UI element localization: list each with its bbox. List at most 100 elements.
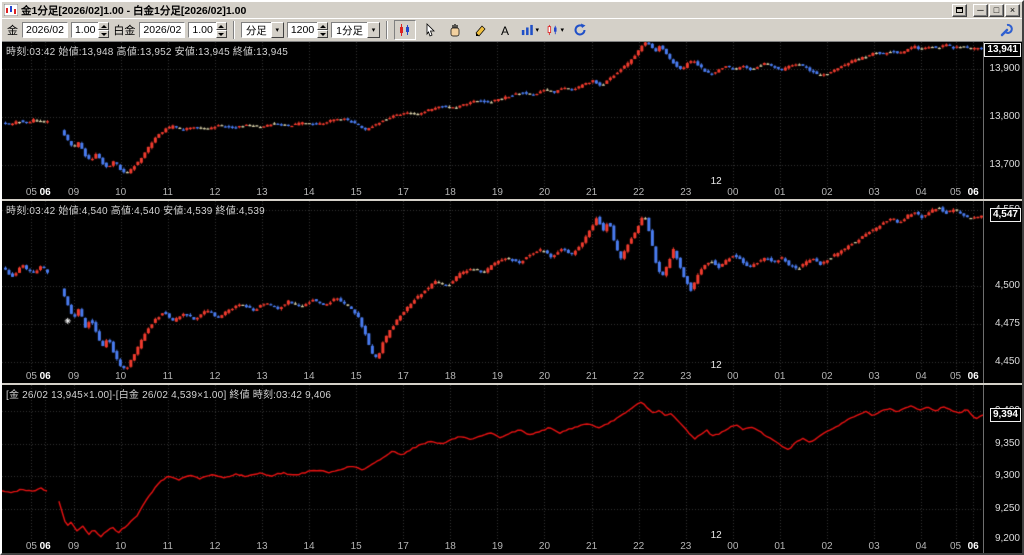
spread-formula-info: [金 26/02 13,945×1.00]-[白金 26/02 4,539×1.…	[6, 390, 332, 401]
time-axis-label: 21	[586, 541, 598, 552]
candlestick-chart-button[interactable]: ▾	[544, 20, 567, 40]
time-axis-label: 09	[68, 187, 80, 198]
candlestick-icon	[547, 24, 557, 36]
time-axis-label: 09	[68, 371, 80, 382]
spread-line-canvas[interactable]	[2, 385, 983, 541]
time-axis-label: 17	[397, 371, 409, 382]
time-axis-label: 14	[303, 371, 315, 382]
time-axis-label: 13	[256, 187, 268, 198]
price-axis-label: 4,475	[994, 317, 1020, 329]
maximize-button[interactable]: □	[989, 3, 1004, 17]
time-axis-label: 12	[209, 187, 221, 198]
time-axis-label: 15	[350, 371, 362, 382]
time-axis-label: 04	[915, 371, 927, 382]
time-axis-label: 03	[868, 541, 880, 552]
time-axis-label: 05	[25, 371, 37, 382]
platinum-multiplier-value: 1.00	[188, 22, 216, 38]
spinner-arrows[interactable]	[215, 22, 227, 38]
price-axis-label: 9,300	[994, 470, 1020, 481]
platinum-plot-area[interactable]: 時刻:03:42 始値:4,540 高値:4,540 安値:4,539 終値:4…	[2, 201, 983, 383]
bar-chart-icon	[521, 24, 533, 36]
spin-down-icon	[98, 30, 110, 38]
gold-contract-field[interactable]: 2026/02	[22, 22, 68, 38]
time-axis-label: 22	[633, 187, 645, 198]
restore-icon	[956, 7, 963, 13]
price-axis-label: 9,200	[994, 533, 1020, 544]
platinum-multiplier-spinner[interactable]: 1.00	[188, 22, 227, 38]
settings-button[interactable]	[996, 20, 1018, 40]
time-axis-label: 19	[491, 541, 503, 552]
window-buttons: ─ □ ×	[952, 3, 1020, 17]
time-axis-label: 05	[949, 541, 962, 552]
gold-candle-canvas[interactable]	[2, 42, 983, 187]
titlebar: 金1分足[2026/02]1.00 - 白金1分足[2026/02]1.00 ─…	[2, 2, 1022, 18]
minimize-button[interactable]: ─	[973, 3, 988, 17]
time-axis-label: 02	[821, 187, 833, 198]
child-window-button[interactable]	[952, 3, 967, 17]
toolbar-separator	[232, 21, 235, 39]
window-title: 金1分足[2026/02]1.00 - 白金1分足[2026/02]1.00	[21, 4, 247, 17]
time-axis-label: 05	[25, 541, 37, 552]
time-axis-label: 10	[115, 187, 127, 198]
time-axis-label: 06	[39, 541, 51, 552]
bar-chart-button[interactable]: ▾	[519, 20, 542, 40]
price-axis-label: 4,450	[994, 355, 1020, 367]
close-button[interactable]: ×	[1005, 3, 1020, 17]
platinum-chart-panel: 時刻:03:42 始値:4,540 高値:4,540 安値:4,539 終値:4…	[2, 201, 1022, 383]
time-axis-label: 15	[350, 541, 362, 552]
pointer-icon	[426, 23, 435, 37]
time-axis-label: 23	[680, 371, 692, 382]
period-type-dropdown[interactable]: 分足 ▾	[240, 22, 284, 38]
platinum-price-axis[interactable]: 4,5504,5004,4754,4504,547	[983, 201, 1022, 383]
gold-chart-panel: 時刻:03:42 始値:13,948 高値:13,952 安値:13,945 終…	[2, 42, 1022, 199]
time-axis-label: 14	[303, 541, 315, 552]
pencil-icon	[475, 25, 486, 37]
spread-plot-area[interactable]: [金 26/02 13,945×1.00]-[白金 26/02 4,539×1.…	[2, 385, 983, 553]
time-axis-label: 17	[397, 187, 409, 198]
spinner-arrows[interactable]	[317, 22, 329, 38]
time-axis-label: 22	[633, 541, 645, 552]
dropdown-arrow-icon[interactable]: ▾	[270, 22, 284, 38]
app-window: 金1分足[2026/02]1.00 - 白金1分足[2026/02]1.00 ─…	[0, 0, 1024, 555]
time-axis-label: 00	[727, 187, 739, 198]
bar-count-spinner[interactable]: 1200	[286, 22, 329, 38]
platinum-contract-field[interactable]: 2026/02	[139, 22, 186, 38]
pointer-tool-button[interactable]	[419, 20, 442, 40]
refresh-button[interactable]	[569, 20, 592, 40]
timeframe-value: 1分足	[331, 22, 368, 38]
price-axis-label: 4,500	[994, 280, 1020, 291]
price-axis-label: 13,800	[989, 110, 1020, 122]
toolbar-separator	[386, 21, 389, 39]
time-axis-label: 01	[774, 187, 786, 198]
time-axis-label: 12	[209, 371, 221, 382]
spread-price-axis[interactable]: 9,4009,3509,3009,2509,2009,394	[983, 385, 1022, 553]
time-axis-label: 23	[680, 187, 692, 198]
candle-style-button[interactable]	[394, 20, 417, 40]
time-axis-label: 01	[774, 371, 786, 382]
spin-down-icon	[215, 30, 227, 38]
spread-chart-panel: [金 26/02 13,945×1.00]-[白金 26/02 4,539×1.…	[2, 385, 1022, 553]
hand-tool-button[interactable]	[444, 20, 467, 40]
chart-area: 時刻:03:42 始値:13,948 高値:13,952 安値:13,945 終…	[2, 42, 1022, 553]
dropdown-arrow-icon[interactable]: ▾	[367, 22, 381, 38]
time-axis-label: 21	[586, 371, 598, 382]
time-axis-label: 13	[256, 541, 268, 552]
gold-plot-area[interactable]: 時刻:03:42 始値:13,948 高値:13,952 安値:13,945 終…	[2, 42, 983, 199]
spinner-arrows[interactable]	[98, 22, 110, 38]
time-axis-label: 06	[967, 187, 979, 198]
time-axis-label: 06	[967, 371, 979, 382]
time-axis-label: 18	[444, 371, 456, 382]
pencil-tool-button[interactable]	[469, 20, 492, 40]
timeframe-dropdown[interactable]: 1分足 ▾	[331, 22, 381, 38]
platinum-candle-canvas[interactable]	[2, 201, 983, 371]
time-axis-label: 06	[967, 541, 979, 552]
hand-icon	[450, 24, 460, 37]
time-axis-label: 04	[915, 541, 927, 552]
price-axis-label: 9,250	[994, 502, 1020, 514]
text-tool-button[interactable]: A	[494, 20, 517, 40]
gold-multiplier-spinner[interactable]: 1.00	[70, 22, 110, 38]
time-axis-label: 11	[162, 187, 173, 198]
platinum-time-axis: 05 06 09 10 11 12 13 14 15 17 18 19 20 21 22 23 00 01 02 03…	[2, 371, 983, 383]
price-axis-label: 9,350	[994, 437, 1020, 449]
gold-price-axis[interactable]: 13,900 13,800 13,700 13,941	[983, 42, 1022, 199]
